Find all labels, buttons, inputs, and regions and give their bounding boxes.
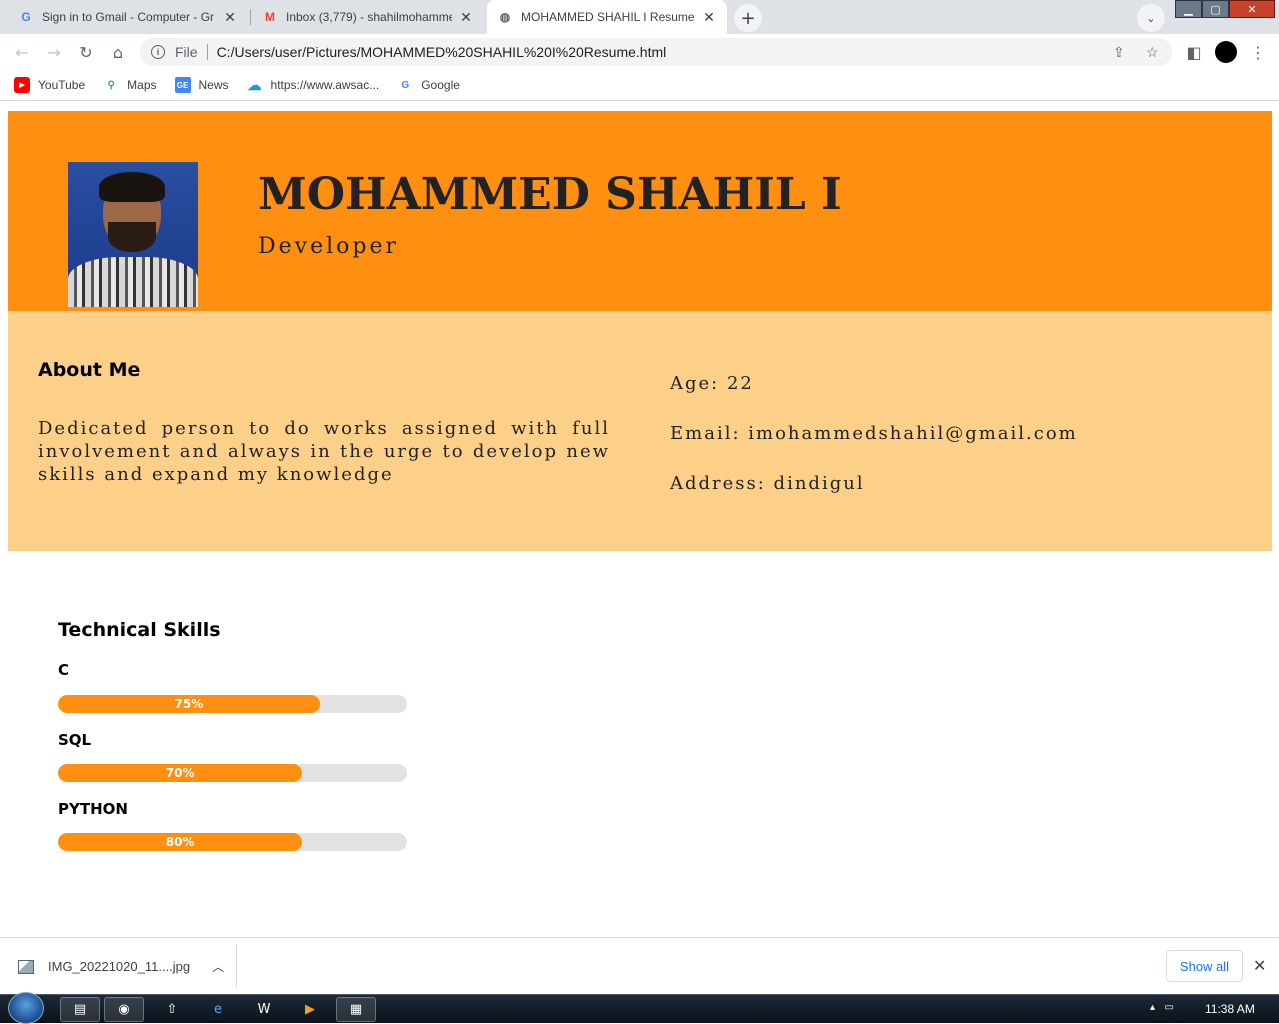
age-line: Age: 22	[670, 373, 754, 394]
download-bar: IMG_20221020_11....jpg ︿ Show all ✕	[0, 937, 1279, 994]
media-player-icon[interactable]: ▶	[290, 997, 330, 1022]
taskbar: ▤ ◉ ⇧ e W ▶ ▦ ▴ ▭ 11:38 AM	[0, 992, 1279, 1024]
bookmarks-bar: ▶ YouTube ⚲ Maps GE News ☁ https://www.a…	[0, 70, 1279, 101]
url-text: C:/Users/user/Pictures/MOHAMMED%20SHAHIL…	[216, 44, 667, 60]
download-item[interactable]: IMG_20221020_11....jpg ︿	[18, 958, 224, 975]
globe-icon: ◍	[499, 10, 511, 24]
skill-name-python: PYTHON	[58, 800, 128, 818]
candidate-name: MOHAMMED SHAHIL I	[258, 169, 842, 220]
bookmark-star-icon[interactable]: ☆	[1146, 44, 1159, 61]
bookmark-news[interactable]: GE News	[174, 77, 229, 93]
bookmark-youtube[interactable]: ▶ YouTube	[14, 77, 85, 93]
window-close-button[interactable]: ✕	[1229, 0, 1275, 18]
menu-icon[interactable]: ⋮	[1246, 40, 1270, 64]
tab-title: Inbox (3,779) - shahilmohammed	[286, 10, 452, 24]
chrome-icon[interactable]: ◉	[104, 997, 144, 1022]
clock[interactable]: 11:38 AM	[1205, 1002, 1255, 1016]
about-heading: About Me	[38, 359, 141, 381]
bookmark-awsac[interactable]: ☁ https://www.awsac...	[247, 77, 380, 93]
skills-section: Technical Skills C 75% SQL 70% PYTHON 80…	[58, 619, 418, 851]
email-line: Email: imohammedshahil@gmail.com	[670, 423, 1078, 444]
news-icon: GE	[174, 77, 191, 93]
url-scheme: File	[175, 44, 198, 60]
bookmark-maps[interactable]: ⚲ Maps	[103, 77, 156, 93]
candidate-role: Developer	[258, 234, 400, 259]
skill-bar-python: 80%	[58, 833, 407, 851]
home-icon[interactable]: ⌂	[106, 40, 130, 64]
reload-icon[interactable]: ↻	[74, 40, 98, 64]
about-section: About Me Dedicated person to do works as…	[8, 311, 1272, 551]
maximize-button[interactable]: ▢	[1202, 0, 1229, 18]
skill-name-sql: SQL	[58, 731, 92, 749]
profile-avatar[interactable]	[1215, 41, 1237, 63]
close-icon[interactable]: ✕	[222, 9, 238, 26]
tab-resume[interactable]: ◍ MOHAMMED SHAHIL I Resume.h ✕	[487, 0, 727, 34]
download-filename: IMG_20221020_11....jpg	[48, 959, 191, 974]
skills-heading: Technical Skills	[58, 619, 221, 641]
tab-gmail-signin[interactable]: G Sign in to Gmail - Computer - Gr ✕	[8, 0, 248, 34]
google-icon: G	[21, 10, 31, 24]
info-icon[interactable]: i	[151, 45, 165, 59]
wordpad-icon[interactable]: W	[244, 997, 284, 1022]
resume-header: MOHAMMED SHAHIL I Developer	[8, 111, 1272, 311]
minimize-button[interactable]: ▁	[1175, 0, 1202, 18]
cloud-icon: ☁	[247, 76, 262, 93]
notepad-icon[interactable]: ▦	[336, 997, 376, 1022]
gmail-icon: M	[265, 10, 275, 24]
skill-bar-c: 75%	[58, 695, 407, 713]
start-button[interactable]	[8, 992, 44, 1024]
close-icon[interactable]: ✕	[1253, 956, 1266, 976]
new-tab-button[interactable]: +	[734, 4, 762, 32]
tab-title: Sign in to Gmail - Computer - Gr	[42, 10, 215, 24]
close-icon[interactable]: ✕	[701, 9, 717, 26]
tab-title: MOHAMMED SHAHIL I Resume.h	[521, 10, 695, 24]
ie-icon[interactable]: e	[198, 997, 238, 1022]
chevron-up-icon[interactable]: ︿	[212, 958, 224, 975]
side-panel-icon[interactable]: ◧	[1182, 40, 1206, 64]
tally-icon[interactable]: ⇧	[152, 997, 192, 1022]
tab-search-button[interactable]: ⌄	[1137, 4, 1165, 32]
show-all-button[interactable]: Show all	[1166, 950, 1243, 982]
tab-strip: G Sign in to Gmail - Computer - Gr ✕ M I…	[0, 0, 1279, 34]
explorer-icon[interactable]: ▤	[60, 997, 100, 1022]
back-icon[interactable]: ←	[10, 40, 34, 64]
skill-bar-sql: 70%	[58, 764, 407, 782]
profile-photo	[68, 162, 198, 307]
tab-gmail-inbox[interactable]: M Inbox (3,779) - shahilmohammed ✕	[252, 0, 484, 34]
youtube-icon: ▶	[14, 77, 30, 93]
image-file-icon	[18, 959, 34, 974]
system-tray[interactable]: ▴ ▭	[1150, 1002, 1174, 1013]
skill-fill-python: 80%	[58, 833, 303, 851]
close-icon[interactable]: ✕	[458, 9, 474, 26]
skill-fill-sql: 70%	[58, 764, 303, 782]
about-text: Dedicated person to do works assigned wi…	[38, 418, 610, 485]
share-icon[interactable]: ⇪	[1113, 44, 1125, 61]
browser-toolbar: ← → ↻ ⌂ i File C:/Users/user/Pictures/MO…	[0, 34, 1279, 70]
maps-icon: ⚲	[107, 79, 115, 91]
address-bar[interactable]: i File C:/Users/user/Pictures/MOHAMMED%2…	[140, 38, 1172, 66]
forward-icon[interactable]: →	[42, 40, 66, 64]
address-line: Address: dindigul	[670, 473, 865, 494]
google-icon: G	[401, 79, 410, 91]
skill-fill-c: 75%	[58, 695, 320, 713]
resume-page: MOHAMMED SHAHIL I Developer About Me Ded…	[0, 102, 1279, 937]
skill-name-c: C	[58, 661, 70, 679]
bookmark-google[interactable]: G Google	[397, 77, 460, 93]
